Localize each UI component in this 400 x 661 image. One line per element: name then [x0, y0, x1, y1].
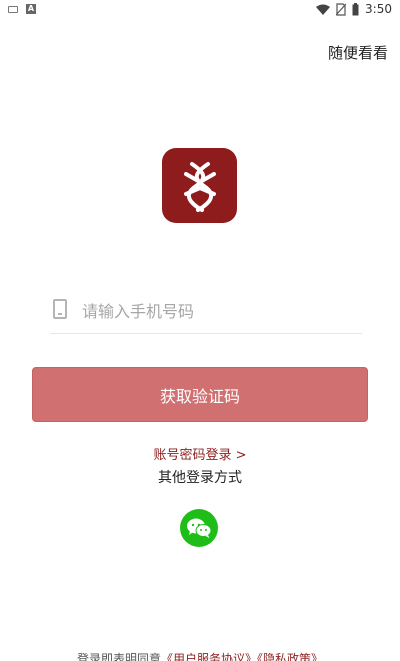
wechat-icon	[187, 518, 212, 538]
phone-input[interactable]	[82, 298, 352, 324]
app-logo	[162, 148, 237, 223]
privacy-policy-link[interactable]: 《隐私政策》	[257, 652, 323, 661]
wifi-icon	[316, 4, 331, 15]
status-bar-left: A	[8, 4, 36, 14]
user-agreement-link[interactable]: 《用户服务协议》	[161, 652, 257, 661]
wechat-login-button[interactable]	[180, 509, 218, 547]
status-bar: A 3:50	[0, 0, 400, 20]
battery-icon	[352, 2, 359, 15]
logo-emblem-icon	[183, 161, 216, 212]
get-code-button[interactable]: 获取验证码	[32, 367, 368, 422]
other-login-methods-label: 其他登录方式	[158, 470, 242, 486]
browse-link[interactable]: 随便看看	[328, 42, 388, 63]
agreement-text: 登录即表明同意《用户服务协议》《隐私政策》	[0, 650, 400, 661]
phone-input-row	[50, 292, 362, 334]
keyboard-icon	[8, 6, 18, 13]
chevron-right-icon: >	[235, 448, 247, 463]
password-login-link[interactable]: 账号密码登录 >	[0, 444, 400, 463]
agreement-prefix: 登录即表明同意	[76, 652, 161, 661]
no-sim-icon	[336, 2, 347, 16]
status-time: 3:50	[365, 2, 392, 16]
a-icon: A	[26, 4, 36, 14]
phone-icon	[53, 299, 67, 319]
password-login-label: 账号密码登录	[153, 448, 232, 463]
status-bar-right: 3:50	[316, 2, 392, 16]
